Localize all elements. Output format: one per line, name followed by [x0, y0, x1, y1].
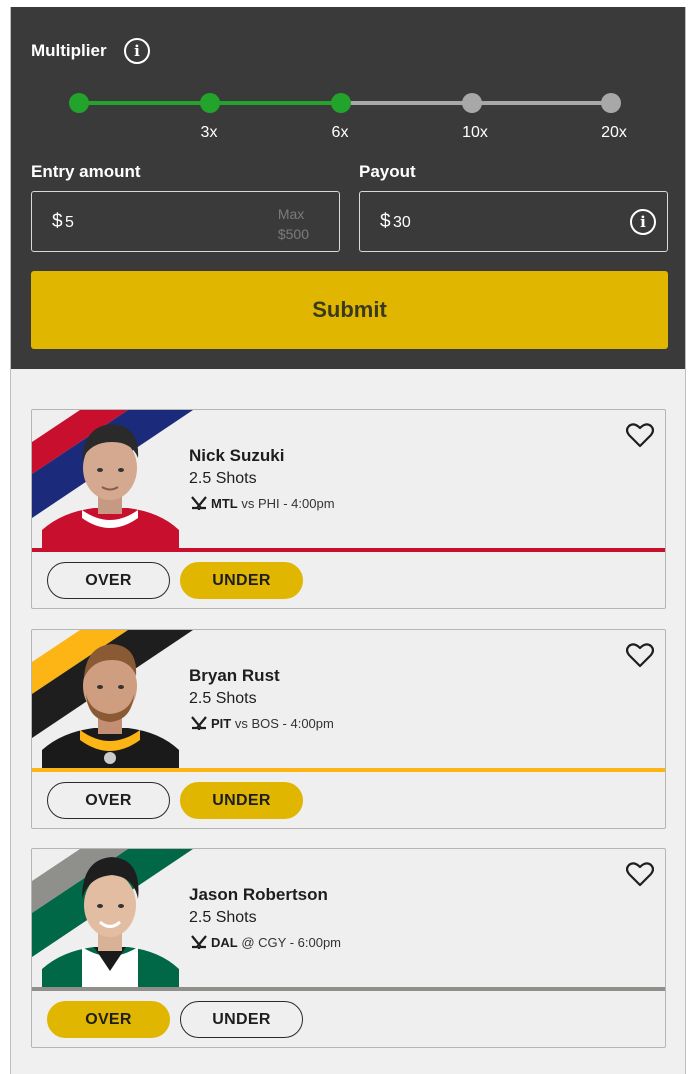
multiplier-info-icon[interactable]: i	[124, 38, 150, 64]
over-button[interactable]: OVER	[47, 782, 170, 819]
player-name: Nick Suzuki	[189, 446, 285, 465]
player-photo	[42, 857, 179, 987]
matchup-text: vs BOS - 4:00pm	[234, 716, 334, 731]
team-abbr: DAL	[211, 935, 238, 950]
team-divider	[32, 987, 665, 991]
under-button[interactable]: UNDER	[180, 782, 303, 819]
over-button[interactable]: OVER	[47, 1001, 170, 1038]
player-stat-line: 2.5 Shots	[189, 470, 257, 487]
tick-label-10x: 10x	[462, 124, 488, 141]
over-button[interactable]: OVER	[47, 562, 170, 599]
entry-max-label: Max	[277, 206, 305, 222]
player-stat-line: 2.5 Shots	[189, 909, 257, 926]
favorite-heart-icon[interactable]	[626, 642, 654, 668]
under-button[interactable]: UNDER	[180, 562, 303, 599]
entry-amount-label: Entry amount	[31, 162, 141, 181]
game-info: PIT vs BOS - 4:00pm	[189, 716, 334, 731]
hockey-sticks-icon	[191, 935, 207, 949]
player-stat-line: 2.5 Shots	[189, 690, 257, 707]
entry-max-value: $500	[277, 226, 309, 242]
multiplier-slider[interactable]	[69, 93, 621, 113]
team-divider	[32, 768, 665, 772]
team-abbr: PIT	[211, 716, 232, 731]
player-name: Bryan Rust	[189, 666, 280, 685]
hockey-sticks-icon	[191, 716, 207, 730]
payout-currency: $	[380, 211, 391, 232]
player-name: Jason Robertson	[189, 885, 328, 904]
submit-button[interactable]: Submit	[31, 271, 668, 349]
player-card: Nick Suzuki 2.5 Shots MTL vs PHI - 4:00p…	[31, 409, 666, 609]
game-info: MTL vs PHI - 4:00pm	[189, 496, 335, 511]
favorite-heart-icon[interactable]	[626, 422, 654, 448]
slider-stop-3x[interactable]	[200, 93, 220, 113]
matchup-text: @ CGY - 6:00pm	[241, 935, 342, 950]
entry-currency: $	[52, 211, 63, 232]
slider-stop-1[interactable]	[69, 93, 89, 113]
favorite-heart-icon[interactable]	[626, 861, 654, 887]
team-divider	[32, 548, 665, 552]
tick-label-3x: 3x	[200, 124, 218, 141]
multiplier-title: Multiplier	[31, 41, 107, 60]
payout-field: $ 30 i	[359, 191, 668, 252]
entry-value: 5	[65, 214, 74, 231]
hockey-sticks-icon	[191, 496, 207, 510]
slider-stop-6x[interactable]	[331, 93, 351, 113]
tick-label-20x: 20x	[601, 124, 627, 141]
matchup-text: vs PHI - 4:00pm	[241, 496, 335, 511]
player-card: Bryan Rust 2.5 Shots PIT vs BOS - 4:00pm…	[31, 629, 666, 829]
payout-label: Payout	[359, 162, 416, 181]
payout-info-icon[interactable]: i	[630, 209, 656, 235]
player-photo	[42, 424, 179, 548]
slider-stop-20x[interactable]	[601, 93, 621, 113]
entry-panel: Multiplier i 3x 6x 10x 20x Entry amount …	[11, 7, 685, 369]
player-photo	[42, 644, 179, 768]
entry-amount-input[interactable]: $ 5 Max $500	[31, 191, 340, 252]
app-frame: Multiplier i 3x 6x 10x 20x Entry amount …	[10, 7, 686, 1074]
slider-stop-10x[interactable]	[462, 93, 482, 113]
team-abbr: MTL	[211, 496, 238, 511]
player-card: Jason Robertson 2.5 Shots DAL @ CGY - 6:…	[31, 848, 666, 1048]
game-info: DAL @ CGY - 6:00pm	[189, 935, 341, 950]
tick-label-6x: 6x	[331, 124, 349, 141]
under-button[interactable]: UNDER	[180, 1001, 303, 1038]
entry-max-hint: Max $500	[278, 204, 309, 244]
payout-value: 30	[393, 214, 411, 231]
